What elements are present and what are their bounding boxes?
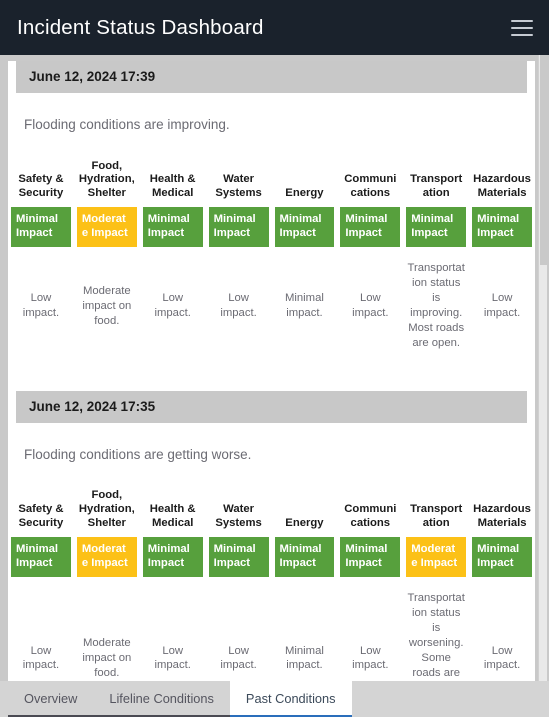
page-title: Incident Status Dashboard <box>17 15 264 39</box>
status-badge[interactable]: Minimal Impact <box>472 206 532 248</box>
status-badge[interactable]: Minimal Impact <box>208 206 269 248</box>
lifeline-header-row: Safety & Security Food, Hydration, Shelte… <box>8 160 535 207</box>
incident-card: June 12, 2024 17:35 Flooding conditions a… <box>8 390 535 717</box>
lifeline-header-4: Energy <box>285 187 324 200</box>
status-description: Moderate impact on food. <box>82 284 132 327</box>
lifeline-header-7: Hazardous Materials <box>473 503 531 529</box>
status-badge[interactable]: Moderate Impact <box>406 536 467 578</box>
lifeline-header-2: Health & Medical <box>149 503 196 529</box>
status-description-row: Low impact. Moderate impact on food. Low i… <box>8 247 535 370</box>
status-badge-cell: Minimal Impact <box>337 206 403 248</box>
status-description: Low impact. <box>483 292 521 320</box>
lifeline-header-5: Communications <box>344 173 397 200</box>
status-badge-cell: Minimal Impact <box>403 206 469 248</box>
tab-lifeline-conditions[interactable]: Lifeline Conditions <box>93 681 230 717</box>
card-summary-text: Flooding conditions are getting worse. <box>24 446 252 462</box>
status-description: Low impact. <box>22 292 60 320</box>
status-description: Low impact. <box>352 292 389 320</box>
tab-list: Overview Lifeline Conditions Past Conditio… <box>8 681 352 717</box>
status-badge[interactable]: Minimal Impact <box>406 206 467 248</box>
dashboard-app: Incident Status Dashboard June 12, 2024 … <box>0 0 549 717</box>
status-description: Transportation status is improving. Most… <box>407 262 465 349</box>
tab-past-conditions[interactable]: Past Conditions <box>229 681 352 717</box>
content-scroll-area[interactable]: June 12, 2024 17:39 Flooding conditions a… <box>0 55 549 717</box>
tab-bar-filler <box>352 681 549 717</box>
status-badge-row: Minimal Impact Moderate Impact Minimal Imp… <box>8 536 535 578</box>
status-badge-cell: Minimal Impact <box>337 536 403 578</box>
status-badge-cell: Moderate Impact <box>74 206 140 248</box>
lifeline-header-0: Safety & Security <box>18 173 64 200</box>
lifeline-header-4: Energy <box>285 517 324 529</box>
status-badge[interactable]: Minimal Impact <box>340 206 401 248</box>
status-description: Low impact. <box>220 292 257 320</box>
hamburger-line <box>511 26 533 29</box>
status-badge[interactable]: Moderate Impact <box>76 536 137 578</box>
status-badge[interactable]: Minimal Impact <box>11 206 71 248</box>
app-header: Incident Status Dashboard <box>0 0 549 55</box>
vertical-scrollbar[interactable] <box>538 55 547 717</box>
status-badge-cell: Minimal Impact <box>140 536 206 578</box>
status-badge[interactable]: Minimal Impact <box>142 536 203 578</box>
card-separator <box>8 370 535 391</box>
lifeline-status-table: Safety & Security Food, Hydration, Shelte… <box>8 160 535 371</box>
lifeline-header-1: Food, Hydration, Shelter <box>78 489 135 529</box>
status-badge[interactable]: Minimal Impact <box>208 536 269 578</box>
status-badge-row: Minimal Impact Moderate Impact Minimal Imp… <box>8 206 535 248</box>
lifeline-header-3: Water Systems <box>215 503 262 529</box>
hamburger-menu-icon[interactable] <box>511 19 533 36</box>
card-date-header: June 12, 2024 17:35 <box>16 390 527 423</box>
status-badge-cell: Moderate Impact <box>403 536 469 578</box>
incident-card-list: June 12, 2024 17:39 Flooding conditions a… <box>8 61 535 717</box>
hamburger-line <box>511 19 533 22</box>
status-badge[interactable]: Minimal Impact <box>340 536 401 578</box>
lifeline-header-0: Safety & Security <box>18 503 64 529</box>
status-badge-cell: Minimal Impact <box>206 536 272 578</box>
status-badge[interactable]: Minimal Impact <box>11 536 71 578</box>
status-badge-cell: Moderate Impact <box>74 536 140 578</box>
status-badge[interactable]: Minimal Impact <box>142 206 203 248</box>
lifeline-header-2: Health & Medical <box>149 173 196 200</box>
scrollbar-thumb[interactable] <box>540 55 547 265</box>
card-date-header: June 12, 2024 17:39 <box>16 61 527 93</box>
incident-card: June 12, 2024 17:39 Flooding conditions a… <box>8 61 535 371</box>
hamburger-line <box>511 33 533 36</box>
status-description: Low impact. <box>154 292 191 320</box>
lifeline-header-3: Water Systems <box>215 173 262 200</box>
status-badge-cell: Minimal Impact <box>140 206 206 248</box>
status-badge-cell: Minimal Impact <box>469 536 535 578</box>
status-description: Minimal impact. <box>284 292 324 320</box>
status-badge-cell: Minimal Impact <box>8 536 74 578</box>
lifeline-header-6: Transportation <box>410 503 463 529</box>
tab-overview[interactable]: Overview <box>8 681 94 717</box>
lifeline-header-5: Communications <box>344 503 397 529</box>
lifeline-header-6: Transportation <box>410 173 463 200</box>
card-summary-text: Flooding conditions are improving. <box>24 117 230 132</box>
lifeline-header-row: Safety & Security Food, Hydration, Shelte… <box>8 489 535 536</box>
status-badge[interactable]: Moderate Impact <box>76 206 137 248</box>
status-badge-cell: Minimal Impact <box>8 206 74 248</box>
status-badge-cell: Minimal Impact <box>206 206 272 248</box>
status-badge-cell: Minimal Impact <box>469 206 535 248</box>
status-badge-cell: Minimal Impact <box>272 536 338 578</box>
status-badge[interactable]: Minimal Impact <box>472 536 532 578</box>
status-badge[interactable]: Minimal Impact <box>274 536 335 578</box>
past-conditions-panel: June 12, 2024 17:39 Flooding conditions a… <box>8 61 535 717</box>
bottom-tab-bar: Overview Lifeline Conditions Past Conditio… <box>0 681 549 717</box>
status-badge[interactable]: Minimal Impact <box>274 206 335 248</box>
lifeline-header-7: Hazardous Materials <box>473 173 531 200</box>
status-badge-cell: Minimal Impact <box>272 206 338 248</box>
lifeline-header-1: Food, Hydration, Shelter <box>78 159 135 200</box>
